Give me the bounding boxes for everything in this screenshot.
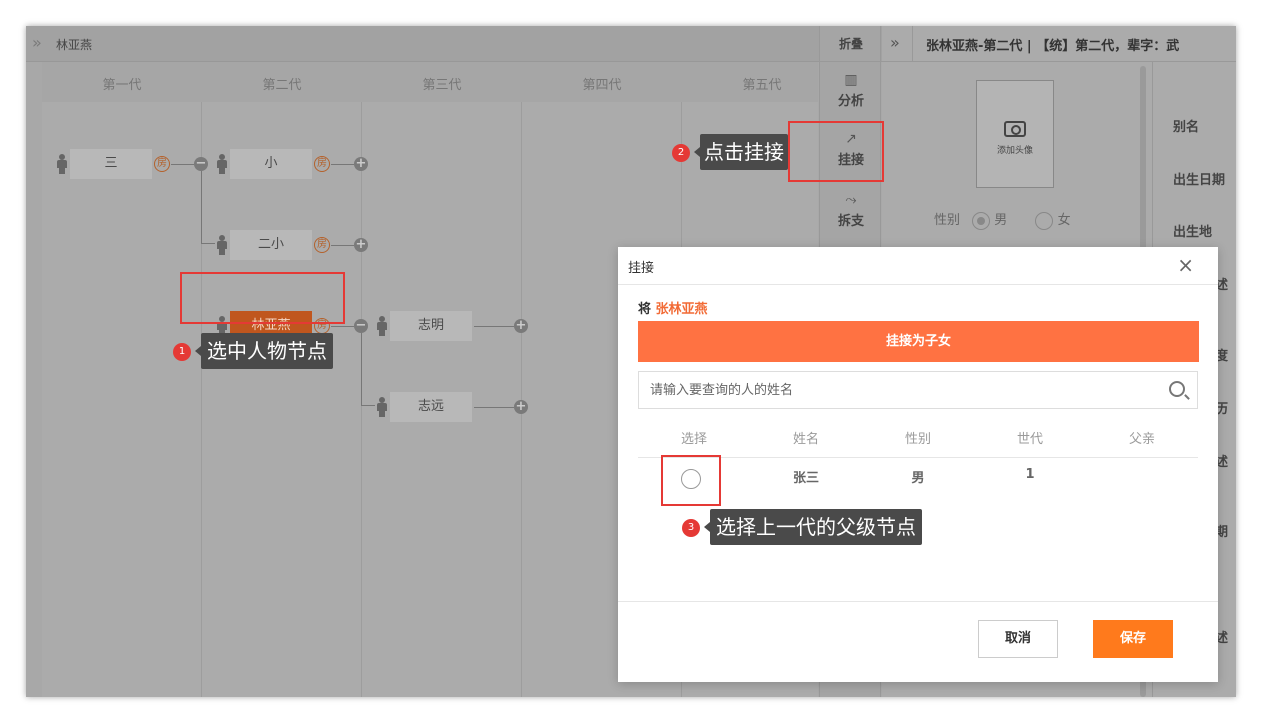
person-icon <box>377 316 387 336</box>
connector-line <box>201 243 215 244</box>
highlight-box <box>180 272 345 324</box>
row-generation: 1 <box>1025 467 1035 482</box>
column-header-generation: 世代 <box>1016 432 1043 447</box>
column-header-gender: 性别 <box>904 432 931 447</box>
row-name: 张三 <box>792 471 819 486</box>
gender-label: 性别 <box>934 213 961 228</box>
search-box <box>638 371 1198 409</box>
step-1-tip: 选中人物节点 <box>195 333 333 369</box>
highlight-box <box>788 121 884 182</box>
step-3-badge: 3 <box>682 519 700 537</box>
gender-male-label: 男 <box>994 213 1008 228</box>
person-icon <box>377 397 387 417</box>
add-avatar-button[interactable]: 添加头像 <box>976 80 1054 188</box>
step-1-badge: 1 <box>173 343 191 361</box>
branch-icon: ⤳ <box>845 192 857 208</box>
step-2-badge: 2 <box>672 144 690 162</box>
gender-female-radio[interactable] <box>1035 211 1054 230</box>
cancel-button[interactable]: 取消 <box>978 620 1058 658</box>
tree-node-xiao[interactable]: 小 <box>230 149 312 179</box>
attach-prefix: 将 <box>638 302 652 317</box>
dialog-title: 挂接 <box>628 261 655 276</box>
gender-female-label: 女 <box>1057 213 1071 228</box>
add-avatar-label: 添加头像 <box>996 146 1033 156</box>
connector-line <box>171 164 194 165</box>
generation-3-label: 第三代 <box>422 78 462 93</box>
connector-line <box>331 164 354 165</box>
gender-male-radio[interactable] <box>972 211 991 230</box>
divider <box>912 26 913 62</box>
close-icon[interactable]: × <box>1177 253 1194 277</box>
gender-field: 性别 男 女 <box>934 209 1071 230</box>
house-badge-icon: 房 <box>154 156 170 172</box>
tree-node-erxiao[interactable]: 二小 <box>230 230 312 260</box>
attach-person-name: 张林亚燕 <box>655 302 708 317</box>
expand-plus-icon[interactable]: + <box>354 157 368 171</box>
expand-plus-icon[interactable]: + <box>514 319 528 333</box>
table-divider <box>638 457 1198 458</box>
person-icon <box>57 154 67 174</box>
connector-line <box>201 171 202 243</box>
detail-title: 张林亚燕-第二代 | 【统】第二代，辈字：武 <box>926 39 1180 54</box>
bar-chart-icon: ▥ <box>844 72 858 88</box>
field-label: 别名 <box>1173 120 1200 135</box>
step-2-tip: 点击挂接 <box>694 134 788 170</box>
connector-line <box>361 333 362 405</box>
connector-line <box>331 326 354 327</box>
column-header-select: 选择 <box>680 432 707 447</box>
collapse-button[interactable]: 折叠 <box>820 26 882 62</box>
collapse-minus-icon[interactable]: − <box>194 157 208 171</box>
detail-header: » 张林亚燕-第二代 | 【统】第二代，辈字：武 <box>882 26 1236 62</box>
analyze-button[interactable]: ▥ 分析 <box>820 72 882 109</box>
highlight-box <box>661 455 721 506</box>
field-label: 出生地 <box>1173 225 1213 240</box>
camera-icon <box>1004 121 1026 137</box>
save-button[interactable]: 保存 <box>1093 620 1173 658</box>
person-icon <box>217 235 227 255</box>
generation-4-label: 第四代 <box>582 78 622 93</box>
tree-node-zhiyuan[interactable]: 志远 <box>390 392 472 422</box>
field-label: 出生日期 <box>1173 173 1226 188</box>
step-3-tip: 选择上一代的父级节点 <box>704 509 922 545</box>
generation-1-label: 第一代 <box>102 78 142 93</box>
connector-line <box>474 326 514 327</box>
expand-chevron-icon[interactable]: » <box>32 33 42 52</box>
column-header-father: 父亲 <box>1128 432 1155 447</box>
generation-5-label: 第五代 <box>742 78 782 93</box>
connector-line <box>361 405 375 406</box>
attach-as-child-tab[interactable]: 挂接为子女 <box>638 321 1199 362</box>
tree-node-zhiming[interactable]: 志明 <box>390 311 472 341</box>
dialog-header: 挂接 × <box>618 247 1218 285</box>
house-badge-icon: 房 <box>314 237 330 253</box>
current-person-title: 林亚燕 <box>56 38 93 52</box>
expand-plus-icon[interactable]: + <box>354 238 368 252</box>
detach-button[interactable]: ⤳ 拆支 <box>820 192 882 229</box>
analyze-label: 分析 <box>837 94 864 109</box>
attach-target-line: 将 张林亚燕 <box>638 298 708 317</box>
collapse-minus-icon[interactable]: − <box>354 319 368 333</box>
column-header-name: 姓名 <box>792 432 819 447</box>
footer-divider <box>618 601 1218 602</box>
connector-line <box>331 245 354 246</box>
search-input[interactable] <box>639 372 1159 408</box>
row-gender: 男 <box>911 471 925 486</box>
generation-header: 第一代 第二代 第三代 第四代 第五代 <box>42 62 818 102</box>
collapse-chevron-icon[interactable]: » <box>890 33 900 52</box>
expand-plus-icon[interactable]: + <box>514 400 528 414</box>
detach-label: 拆支 <box>837 214 864 229</box>
generation-2-label: 第二代 <box>262 78 302 93</box>
connector-line <box>474 407 514 408</box>
search-icon[interactable] <box>1169 381 1185 397</box>
person-icon <box>217 154 227 174</box>
house-badge-icon: 房 <box>314 156 330 172</box>
tree-node-san[interactable]: 三 <box>70 149 152 179</box>
